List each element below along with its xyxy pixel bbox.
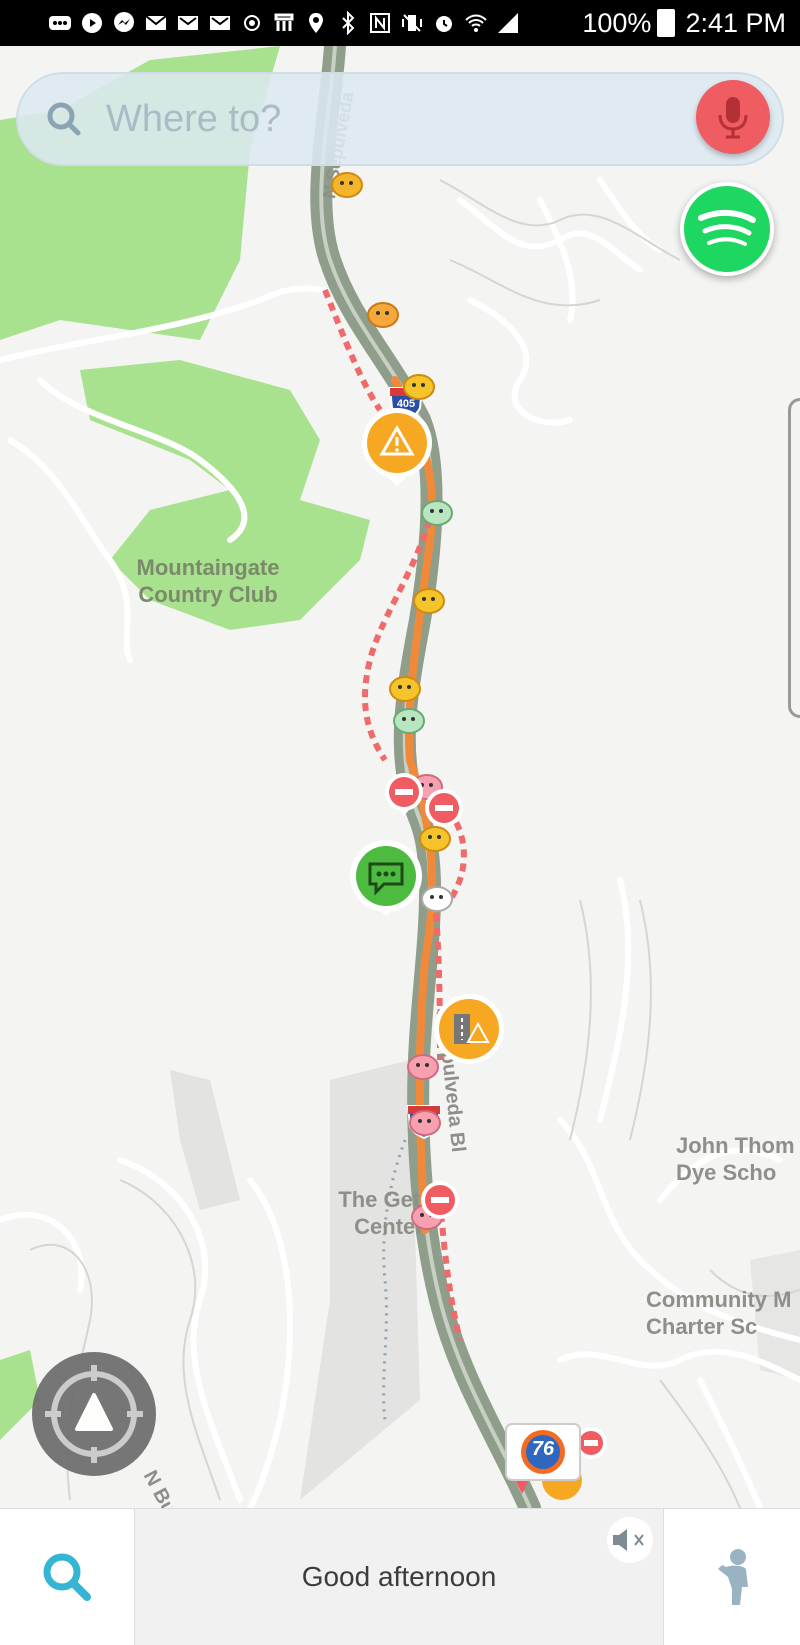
- bluetooth-icon: [342, 11, 355, 35]
- search-input[interactable]: [104, 96, 628, 142]
- battery-icon: [657, 9, 676, 37]
- label-country-club: Mountaingate Country Club: [136, 555, 280, 607]
- road-closure-icon: [395, 789, 413, 795]
- profile-button[interactable]: [664, 1509, 800, 1645]
- profile-icon: [718, 1549, 749, 1605]
- location-icon: [309, 13, 323, 33]
- search-bar[interactable]: [16, 72, 784, 166]
- mail-icon: [145, 15, 167, 30]
- battery-percent: 100%: [582, 7, 652, 38]
- label-charter-school: Community M Charter Sc: [646, 1287, 792, 1339]
- gmail-icon: [178, 16, 198, 30]
- signal-icon: [498, 13, 518, 33]
- alarm-icon: [436, 16, 452, 32]
- nfc-icon: [274, 13, 294, 31]
- clock: 2:41 PM: [685, 7, 786, 38]
- notification-icons: [0, 11, 582, 35]
- road-closure-icon: [431, 1197, 449, 1203]
- greeting-panel[interactable]: Good afternoon: [134, 1509, 665, 1645]
- side-panel-handle[interactable]: [788, 398, 800, 718]
- bottom-search-button[interactable]: [0, 1509, 135, 1645]
- nfc-n-icon: [370, 13, 390, 33]
- microphone-icon: [718, 97, 748, 139]
- road-closure-icon: [584, 1440, 598, 1446]
- bottom-bar: Good afternoon: [0, 1508, 800, 1645]
- mute-icon: [613, 1529, 645, 1551]
- building-area: [300, 1060, 420, 1500]
- spotify-icon: [698, 210, 756, 246]
- messenger-icon: [114, 12, 134, 32]
- recenter-icon: [45, 1365, 143, 1463]
- building-area: [170, 1070, 240, 1210]
- status-right: 100% 2:41 PM: [582, 8, 800, 39]
- search-icon: [47, 102, 81, 136]
- search-icon: [43, 1553, 91, 1601]
- voice-search-button[interactable]: [696, 80, 770, 154]
- vibrate-icon: [402, 14, 422, 32]
- label-school: John Thom Dye Scho: [676, 1133, 795, 1185]
- road-closure-icon: [435, 805, 453, 811]
- spotify-button[interactable]: [680, 182, 774, 276]
- recenter-button[interactable]: [32, 1352, 156, 1476]
- map-view[interactable]: Mountaingate Country Club The Getty Cent…: [0, 46, 800, 1574]
- gas-station-76[interactable]: 76: [504, 1422, 584, 1502]
- wifi-icon: [465, 14, 487, 32]
- gas-brand-label: 76: [531, 1438, 555, 1460]
- play-icon: [82, 13, 102, 33]
- more-notifications-icon: [49, 16, 71, 30]
- greeting-text: Good afternoon: [301, 1561, 497, 1592]
- hotspot-icon: [244, 15, 260, 31]
- gmail-icon: [210, 16, 230, 30]
- status-bar: 100% 2:41 PM: [0, 0, 800, 46]
- mute-button[interactable]: [607, 1517, 654, 1563]
